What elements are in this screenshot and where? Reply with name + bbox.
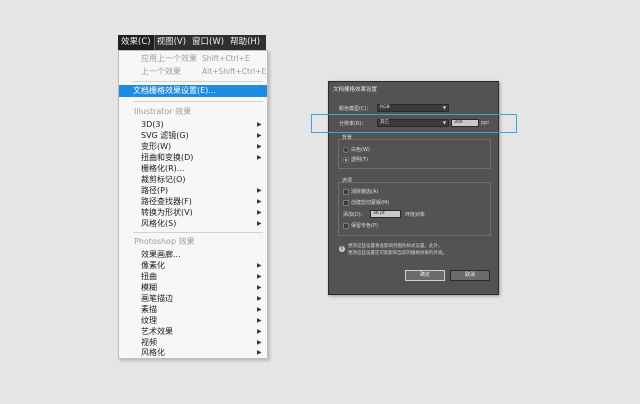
menu-bar: 效果(C) 视图(V) 窗口(W) 帮助(H) [118,35,266,50]
clipping-mask-label: 创建剪切蒙版(M) [351,200,390,206]
triangle-right-icon: ▶ [257,262,262,269]
highlight-box [311,114,517,133]
background-group: 白色(W) 透明(T) [338,139,491,169]
triangle-right-icon: ▶ [257,295,262,302]
radio-transparent[interactable] [343,157,349,163]
menu-item-warp[interactable]: 变形(W) ▶ [119,141,267,152]
info-icon: i [339,246,345,252]
triangle-right-icon: ▶ [257,121,262,128]
triangle-right-icon: ▶ [257,132,262,139]
add-around-input[interactable]: 36 pt [370,210,401,218]
triangle-right-icon: ▶ [257,349,262,356]
menu-separator [133,232,263,233]
triangle-right-icon: ▶ [257,154,262,161]
preserve-spot-checkbox[interactable] [343,223,349,229]
menu-item-apply-last: 应用上一个效果 Shift+Ctrl+E [141,54,250,63]
triangle-right-icon: ▶ [257,143,262,150]
menu-item-pixelate[interactable]: 像素化 ▶ [119,260,267,271]
menu-item-distort[interactable]: 扭曲 ▶ [119,271,267,282]
cancel-button[interactable]: 取消 [450,270,490,281]
dialog-title: 文档栅格效果设置 [333,87,378,93]
shortcut: Alt+Shift+Ctrl+E [202,67,267,76]
triangle-right-icon: ▶ [257,284,262,291]
menu-separator [133,101,263,102]
menu-item-stylize-illustrator[interactable]: 风格化(S) ▶ [119,218,267,229]
menu-item-path[interactable]: 路径(P) ▶ [119,185,267,196]
color-model-label: 颜色模型(C)： [339,106,372,112]
triangle-right-icon: ▶ [257,198,262,205]
menu-item-crop-marks[interactable]: 裁剪标记(O) [119,174,267,185]
menu-item-raster-settings[interactable]: 文档栅格效果设置(E)... [119,85,267,97]
effect-menu: 应用上一个效果 Shift+Ctrl+E 上一个效果 Alt+Shift+Ctr… [118,50,268,359]
options-group: 消除锯齿(A) 创建剪切蒙版(M) 添加(D)： 36 pt 环绕对象 保留专色… [338,182,491,236]
menu-item-last-effect: 上一个效果 Alt+Shift+Ctrl+E [141,67,267,76]
triangle-right-icon: ▶ [257,306,262,313]
menubar-view[interactable]: 视图(V) [154,35,189,50]
menu-item-brush-strokes[interactable]: 画笔描边 ▶ [119,293,267,304]
triangle-right-icon: ▶ [257,273,262,280]
section-header-photoshop: Photoshop 效果 [134,237,195,246]
menu-item-blur[interactable]: 模糊 ▶ [119,282,267,293]
menu-item-pathfinder[interactable]: 路径查找器(F) ▶ [119,196,267,207]
bg-white-label: 白色(W) [351,147,370,153]
menubar-help[interactable]: 帮助(H) [227,35,263,50]
shortcut: Shift+Ctrl+E [202,54,250,63]
triangle-right-icon: ▶ [257,220,262,227]
menu-item-texture[interactable]: 纹理 ▶ [119,315,267,326]
radio-white[interactable] [343,147,349,153]
menu-item-effect-gallery[interactable]: 效果画廊... [119,249,267,260]
menubar-window[interactable]: 窗口(W) [189,35,227,50]
triangle-right-icon: ▶ [257,328,262,335]
color-model-select[interactable]: RGB ▼ [377,104,449,112]
menubar-effect[interactable]: 效果(C) [118,35,155,50]
triangle-right-icon: ▶ [257,187,262,194]
bg-transparent-label: 透明(T) [351,157,368,163]
triangle-right-icon: ▶ [257,209,262,216]
menu-separator [133,81,263,82]
menu-item-sketch[interactable]: 素描 ▶ [119,304,267,315]
note-line-1: 更改这些设置将会影响到图形样式设置。此外， [348,244,443,249]
ok-button[interactable]: 确定 [405,270,445,281]
triangle-right-icon: ▶ [257,317,262,324]
clipping-mask-checkbox[interactable] [343,200,349,206]
menu-item-artistic[interactable]: 艺术效果 ▶ [119,326,267,337]
menu-item-convert-to-shape[interactable]: 转换为形状(V) ▶ [119,207,267,218]
menu-item-3d[interactable]: 3D(3) ▶ [119,119,267,130]
menu-item-distort-transform[interactable]: 扭曲和变换(D) ▶ [119,152,267,163]
menu-item-rasterize[interactable]: 栅格化(R)... [119,163,267,174]
menu-item-stylize-photoshop[interactable]: 风格化 ▶ [119,347,267,358]
add-around-suffix: 环绕对象 [405,212,426,218]
chevron-down-icon: ▼ [442,105,446,110]
menu-item-svg-filters[interactable]: SVG 滤镜(G) ▶ [119,130,267,141]
preserve-spot-label: 保留专色(P) [351,223,378,229]
antialias-checkbox[interactable] [343,189,349,195]
antialias-label: 消除锯齿(A) [351,189,379,195]
section-header-illustrator: Illustrator 效果 [134,107,192,116]
add-around-label: 添加(D)： [343,212,366,218]
note-line-2: 更改这些设置还可能影响当前的栅格效果的外观。 [348,251,447,256]
